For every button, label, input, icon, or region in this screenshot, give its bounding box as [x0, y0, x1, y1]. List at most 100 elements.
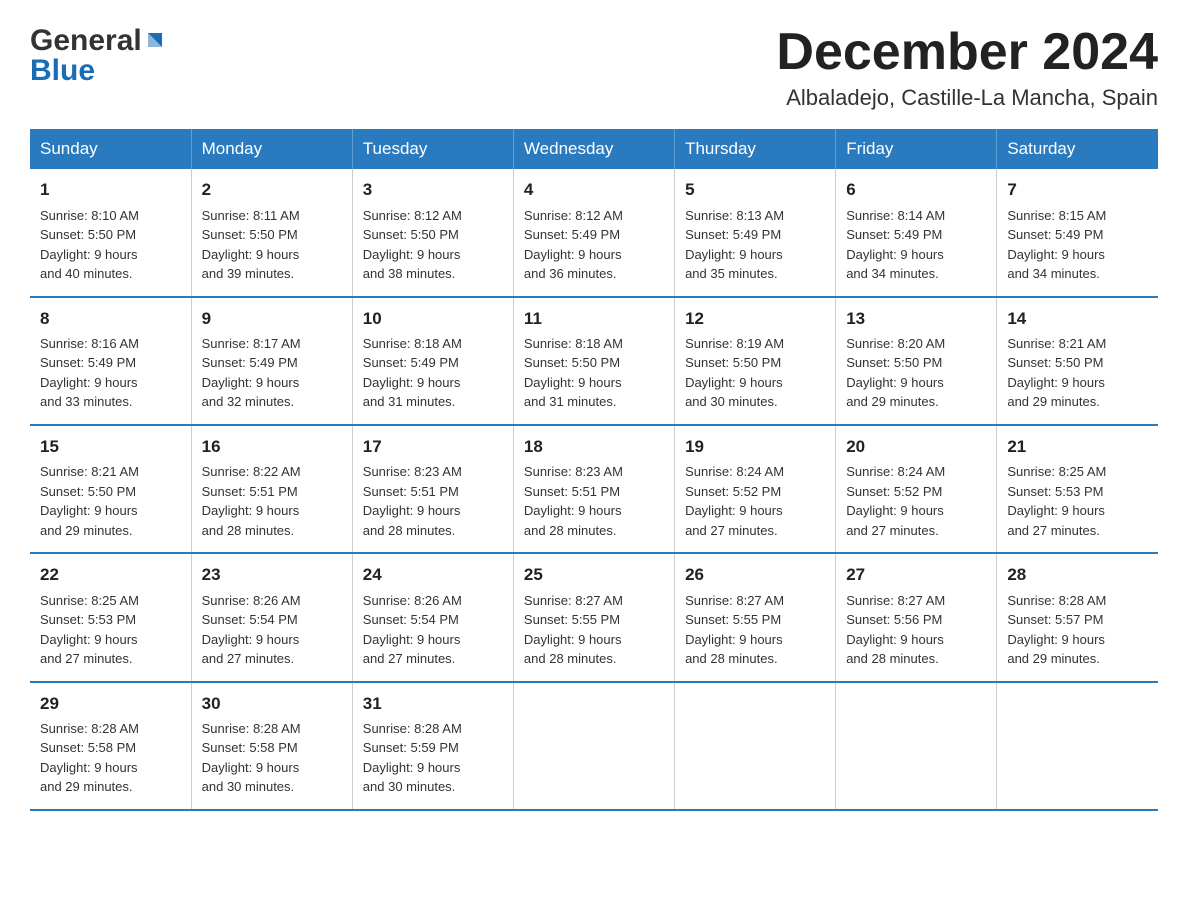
day-info: Sunrise: 8:26 AMSunset: 5:54 PMDaylight:… — [363, 591, 503, 669]
day-number: 12 — [685, 306, 825, 332]
header-friday: Friday — [836, 129, 997, 169]
calendar-cell: 20Sunrise: 8:24 AMSunset: 5:52 PMDayligh… — [836, 425, 997, 553]
calendar-cell: 27Sunrise: 8:27 AMSunset: 5:56 PMDayligh… — [836, 553, 997, 681]
calendar-cell: 8Sunrise: 8:16 AMSunset: 5:49 PMDaylight… — [30, 297, 191, 425]
calendar-cell: 15Sunrise: 8:21 AMSunset: 5:50 PMDayligh… — [30, 425, 191, 553]
logo-triangle-icon — [142, 29, 164, 51]
day-number: 7 — [1007, 177, 1148, 203]
calendar-cell — [997, 682, 1158, 810]
day-number: 6 — [846, 177, 986, 203]
day-number: 25 — [524, 562, 664, 588]
calendar-cell: 3 Sunrise: 8:12 AMSunset: 5:50 PMDaylight… — [352, 169, 513, 296]
calendar-cell: 5Sunrise: 8:13 AMSunset: 5:49 PMDaylight… — [675, 169, 836, 296]
day-info: Sunrise: 8:28 AMSunset: 5:57 PMDaylight:… — [1007, 591, 1148, 669]
calendar-cell: 26Sunrise: 8:27 AMSunset: 5:55 PMDayligh… — [675, 553, 836, 681]
calendar-cell: 4 Sunrise: 8:12 AMSunset: 5:49 PMDaylight… — [513, 169, 674, 296]
calendar-body: 1Sunrise: 8:10 AMSunset: 5:50 PMDaylight… — [30, 169, 1158, 810]
day-info: Sunrise: 8:24 AMSunset: 5:52 PMDaylight:… — [685, 462, 825, 540]
day-info: Sunrise: 8:17 AMSunset: 5:49 PMDaylight:… — [202, 334, 342, 412]
calendar-cell: 13Sunrise: 8:20 AMSunset: 5:50 PMDayligh… — [836, 297, 997, 425]
header-sunday: Sunday — [30, 129, 191, 169]
calendar-week-5: 29Sunrise: 8:28 AMSunset: 5:58 PMDayligh… — [30, 682, 1158, 810]
day-number: 23 — [202, 562, 342, 588]
day-info: Sunrise: 8:27 AMSunset: 5:56 PMDaylight:… — [846, 591, 986, 669]
day-number: 30 — [202, 691, 342, 717]
header-tuesday: Tuesday — [352, 129, 513, 169]
calendar-cell: 10Sunrise: 8:18 AMSunset: 5:49 PMDayligh… — [352, 297, 513, 425]
logo: General Blue — [30, 24, 164, 88]
day-info: Sunrise: 8:19 AMSunset: 5:50 PMDaylight:… — [685, 334, 825, 412]
day-number: 10 — [363, 306, 503, 332]
calendar-cell: 22Sunrise: 8:25 AMSunset: 5:53 PMDayligh… — [30, 553, 191, 681]
calendar-cell: 29Sunrise: 8:28 AMSunset: 5:58 PMDayligh… — [30, 682, 191, 810]
day-number: 11 — [524, 306, 664, 332]
day-info: Sunrise: 8:21 AMSunset: 5:50 PMDaylight:… — [40, 462, 181, 540]
day-number: 3 — [363, 177, 503, 203]
calendar-table: SundayMondayTuesdayWednesdayThursdayFrid… — [30, 129, 1158, 811]
day-number: 17 — [363, 434, 503, 460]
header-wednesday: Wednesday — [513, 129, 674, 169]
day-info: Sunrise: 8:23 AMSunset: 5:51 PMDaylight:… — [363, 462, 503, 540]
day-info: Sunrise: 8:12 AMSunset: 5:50 PMDaylight:… — [363, 206, 503, 284]
calendar-cell: 1Sunrise: 8:10 AMSunset: 5:50 PMDaylight… — [30, 169, 191, 296]
title-block: December 2024 Albaladejo, Castille-La Ma… — [776, 24, 1158, 111]
calendar-cell — [675, 682, 836, 810]
calendar-week-2: 8Sunrise: 8:16 AMSunset: 5:49 PMDaylight… — [30, 297, 1158, 425]
calendar-header: SundayMondayTuesdayWednesdayThursdayFrid… — [30, 129, 1158, 169]
calendar-cell: 23 Sunrise: 8:26 AMSunset: 5:54 PMDayligh… — [191, 553, 352, 681]
day-info: Sunrise: 8:28 AMSunset: 5:58 PMDaylight:… — [40, 719, 181, 797]
day-number: 29 — [40, 691, 181, 717]
day-number: 15 — [40, 434, 181, 460]
month-title: December 2024 — [776, 24, 1158, 81]
calendar-cell: 24 Sunrise: 8:26 AMSunset: 5:54 PMDayligh… — [352, 553, 513, 681]
day-number: 28 — [1007, 562, 1148, 588]
calendar-cell — [836, 682, 997, 810]
calendar-cell: 2 Sunrise: 8:11 AMSunset: 5:50 PMDaylight… — [191, 169, 352, 296]
day-info: Sunrise: 8:25 AMSunset: 5:53 PMDaylight:… — [40, 591, 181, 669]
calendar-cell: 12Sunrise: 8:19 AMSunset: 5:50 PMDayligh… — [675, 297, 836, 425]
header-monday: Monday — [191, 129, 352, 169]
day-info: Sunrise: 8:16 AMSunset: 5:49 PMDaylight:… — [40, 334, 181, 412]
calendar-week-4: 22Sunrise: 8:25 AMSunset: 5:53 PMDayligh… — [30, 553, 1158, 681]
day-number: 18 — [524, 434, 664, 460]
day-number: 13 — [846, 306, 986, 332]
day-number: 4 — [524, 177, 664, 203]
calendar-cell: 17Sunrise: 8:23 AMSunset: 5:51 PMDayligh… — [352, 425, 513, 553]
calendar-cell: 21Sunrise: 8:25 AMSunset: 5:53 PMDayligh… — [997, 425, 1158, 553]
day-number: 9 — [202, 306, 342, 332]
day-number: 16 — [202, 434, 342, 460]
location-text: Albaladejo, Castille-La Mancha, Spain — [776, 85, 1158, 111]
logo-blue-text: Blue — [30, 54, 95, 88]
day-number: 24 — [363, 562, 503, 588]
day-info: Sunrise: 8:28 AMSunset: 5:58 PMDaylight:… — [202, 719, 342, 797]
day-info: Sunrise: 8:18 AMSunset: 5:49 PMDaylight:… — [363, 334, 503, 412]
calendar-cell: 25Sunrise: 8:27 AMSunset: 5:55 PMDayligh… — [513, 553, 674, 681]
day-number: 2 — [202, 177, 342, 203]
day-info: Sunrise: 8:26 AMSunset: 5:54 PMDaylight:… — [202, 591, 342, 669]
day-info: Sunrise: 8:10 AMSunset: 5:50 PMDaylight:… — [40, 206, 181, 284]
day-number: 21 — [1007, 434, 1148, 460]
day-info: Sunrise: 8:22 AMSunset: 5:51 PMDaylight:… — [202, 462, 342, 540]
day-number: 26 — [685, 562, 825, 588]
day-info: Sunrise: 8:12 AMSunset: 5:49 PMDaylight:… — [524, 206, 664, 284]
calendar-cell — [513, 682, 674, 810]
calendar-cell: 18Sunrise: 8:23 AMSunset: 5:51 PMDayligh… — [513, 425, 674, 553]
day-info: Sunrise: 8:15 AMSunset: 5:49 PMDaylight:… — [1007, 206, 1148, 284]
day-info: Sunrise: 8:24 AMSunset: 5:52 PMDaylight:… — [846, 462, 986, 540]
day-number: 14 — [1007, 306, 1148, 332]
calendar-cell: 9Sunrise: 8:17 AMSunset: 5:49 PMDaylight… — [191, 297, 352, 425]
logo-general-text: General — [30, 24, 142, 58]
day-info: Sunrise: 8:11 AMSunset: 5:50 PMDaylight:… — [202, 206, 342, 284]
day-number: 19 — [685, 434, 825, 460]
day-info: Sunrise: 8:28 AMSunset: 5:59 PMDaylight:… — [363, 719, 503, 797]
header-saturday: Saturday — [997, 129, 1158, 169]
page-header: General Blue December 2024 Albaladejo, C… — [30, 24, 1158, 111]
day-info: Sunrise: 8:21 AMSunset: 5:50 PMDaylight:… — [1007, 334, 1148, 412]
day-number: 5 — [685, 177, 825, 203]
calendar-cell: 28 Sunrise: 8:28 AMSunset: 5:57 PMDayligh… — [997, 553, 1158, 681]
calendar-cell: 30Sunrise: 8:28 AMSunset: 5:58 PMDayligh… — [191, 682, 352, 810]
day-number: 8 — [40, 306, 181, 332]
day-info: Sunrise: 8:14 AMSunset: 5:49 PMDaylight:… — [846, 206, 986, 284]
calendar-cell: 6 Sunrise: 8:14 AMSunset: 5:49 PMDaylight… — [836, 169, 997, 296]
calendar-week-1: 1Sunrise: 8:10 AMSunset: 5:50 PMDaylight… — [30, 169, 1158, 296]
